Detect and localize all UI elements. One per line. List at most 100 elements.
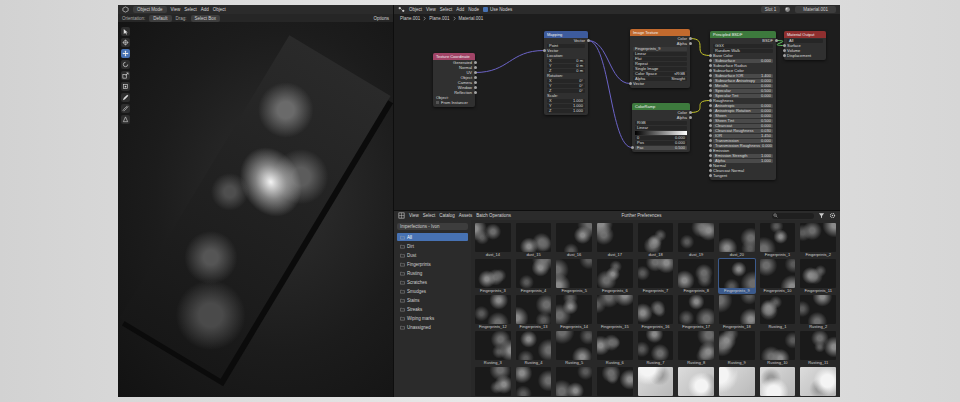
asset-tile[interactable]: Fingerprints_9 <box>718 258 756 294</box>
socket-dot[interactable] <box>709 59 712 62</box>
node-socket-row[interactable]: 00.000 <box>632 135 690 140</box>
mode-dropdown[interactable]: Object Mode <box>133 6 167 13</box>
asset-tile[interactable]: Rusting_6 <box>596 330 634 366</box>
tool-button[interactable] <box>121 27 130 36</box>
node-socket-row[interactable]: RGB <box>632 120 690 125</box>
node-socket-row[interactable]: Linear <box>632 125 690 130</box>
node-socket-row[interactable]: Subsurface Color <box>710 68 776 73</box>
node-socket-row[interactable]: Z0° <box>544 88 588 93</box>
asset-tile[interactable]: dust_19 <box>677 222 715 258</box>
node-socket-row[interactable]: Subsurface Anisotropy0.000 <box>710 78 776 83</box>
socket-dot[interactable] <box>689 116 692 119</box>
asset-tile[interactable]: Fingerprints_12 <box>474 294 512 330</box>
asset-tile[interactable]: dust_18 <box>637 222 675 258</box>
node-link[interactable] <box>690 101 710 113</box>
asset-tile[interactable]: Rusting_2 <box>799 294 837 330</box>
socket-dot[interactable] <box>474 61 477 64</box>
socket-dot[interactable] <box>709 74 712 77</box>
catalog-item[interactable]: Unassigned <box>397 323 468 331</box>
shader-node[interactable]: Image TextureColorAlphaFingerprints_9Lin… <box>630 29 690 88</box>
asset-tile[interactable]: Fingerprints_6 <box>596 258 634 294</box>
menu-item[interactable]: Batch Operations <box>476 213 511 218</box>
node-socket-row[interactable] <box>632 130 690 135</box>
node-link[interactable] <box>690 39 710 56</box>
asset-tile[interactable] <box>515 366 553 397</box>
node-socket-row[interactable]: Rotation: <box>544 73 588 78</box>
node-socket-row[interactable]: Vector <box>544 38 588 43</box>
socket-dot[interactable] <box>709 124 712 127</box>
node-editor-icon[interactable] <box>398 6 405 13</box>
socket-dot[interactable] <box>474 66 477 69</box>
node-socket-row[interactable]: Fingerprints_9 <box>630 46 690 51</box>
node-socket-row[interactable]: Location: <box>544 53 588 58</box>
asset-tile[interactable] <box>677 366 715 397</box>
asset-tile[interactable]: Fingerprints_17 <box>677 294 715 330</box>
node-socket-row[interactable]: All <box>784 38 826 43</box>
node-socket-row[interactable]: IOR1.450 <box>710 133 776 138</box>
node-socket-row[interactable]: GGX <box>710 43 776 48</box>
material-dropdown[interactable]: Material.001 <box>795 6 836 13</box>
socket-dot[interactable] <box>709 119 712 122</box>
asset-tile[interactable]: Fingerprints_8 <box>677 258 715 294</box>
node-socket-row[interactable]: Subsurface IOR1.400 <box>710 73 776 78</box>
asset-tile[interactable]: dust_20 <box>718 222 756 258</box>
asset-tile[interactable] <box>718 366 756 397</box>
node-socket-row[interactable]: Vector <box>544 48 588 53</box>
asset-tile[interactable]: dust_16 <box>555 222 593 258</box>
node-socket-row[interactable]: Base Color <box>710 53 776 58</box>
asset-tile[interactable]: Rusting_10 <box>759 330 797 366</box>
asset-tile[interactable]: Fingerprints_7 <box>637 258 675 294</box>
node-socket-row[interactable]: Reflection <box>433 90 475 95</box>
menu-item[interactable]: View <box>409 213 419 218</box>
menu-item[interactable]: View <box>171 7 181 12</box>
node-socket-row[interactable]: Surface <box>784 43 826 48</box>
socket-dot[interactable] <box>709 84 712 87</box>
asset-tile[interactable]: Fingerprints_11 <box>799 258 837 294</box>
drag-dropdown[interactable]: Select Box <box>191 15 221 22</box>
socket-dot[interactable] <box>709 134 712 137</box>
asset-tile[interactable]: Fingerprints_14 <box>555 294 593 330</box>
socket-dot[interactable] <box>775 39 778 42</box>
catalog-item[interactable]: Fingerprints <box>397 260 468 268</box>
socket-dot[interactable] <box>709 104 712 107</box>
shader-node[interactable]: ColorRampColorAlphaRGBLinear00.000Pos0.0… <box>632 103 690 152</box>
socket-dot[interactable] <box>709 79 712 82</box>
node-socket-row[interactable]: Transmission Roughness0.000 <box>710 143 776 148</box>
node-socket-row[interactable]: Specular Tint0.000 <box>710 93 776 98</box>
node-socket-row[interactable]: Z0 m <box>544 68 588 73</box>
node-socket-row[interactable]: X0 m <box>544 58 588 63</box>
asset-tile[interactable] <box>555 366 593 397</box>
node-socket-row[interactable]: Displacement <box>784 53 826 58</box>
socket-dot[interactable] <box>474 81 477 84</box>
asset-tile[interactable] <box>596 366 634 397</box>
tool-button[interactable] <box>121 71 130 80</box>
catalog-item[interactable]: Dust <box>397 251 468 259</box>
socket-dot[interactable] <box>474 71 477 74</box>
node-socket-row[interactable]: Camera <box>433 80 475 85</box>
socket-dot[interactable] <box>689 42 692 45</box>
node-socket-row[interactable]: Volume <box>784 48 826 53</box>
node-socket-row[interactable]: Alpha <box>630 41 690 46</box>
node-socket-row[interactable]: Tangent <box>710 173 776 178</box>
viewport-canvas[interactable] <box>118 22 393 397</box>
asset-tile[interactable]: Fingerprints_15 <box>596 294 634 330</box>
search-field[interactable] <box>772 213 814 219</box>
node-socket-row[interactable]: Subsurface0.000 <box>710 58 776 63</box>
node-socket-row[interactable]: Emission <box>710 148 776 153</box>
menu-item[interactable]: Assets <box>459 213 473 218</box>
node-socket-row[interactable]: Flat <box>630 56 690 61</box>
node-socket-row[interactable]: Pos0.000 <box>632 140 690 145</box>
socket-dot[interactable] <box>709 149 712 152</box>
node-socket-row[interactable]: X0° <box>544 78 588 83</box>
menu-item[interactable]: Select <box>423 213 436 218</box>
socket-dot[interactable] <box>783 54 786 57</box>
node-socket-row[interactable]: Object: <box>433 95 475 100</box>
node-socket-row[interactable]: Sheen0.000 <box>710 113 776 118</box>
node-header[interactable]: Mapping <box>544 31 588 38</box>
node-socket-row[interactable]: Fac0.500 <box>632 145 690 150</box>
node-socket-row[interactable]: Clearcoat Roughness0.030 <box>710 128 776 133</box>
socket-dot[interactable] <box>474 86 477 89</box>
socket-dot[interactable] <box>709 159 712 162</box>
node-socket-row[interactable]: Color SpacesRGB <box>630 71 690 76</box>
shader-node[interactable]: Principled BSDFBSDFGGXRandom WalkBase Co… <box>710 31 776 180</box>
